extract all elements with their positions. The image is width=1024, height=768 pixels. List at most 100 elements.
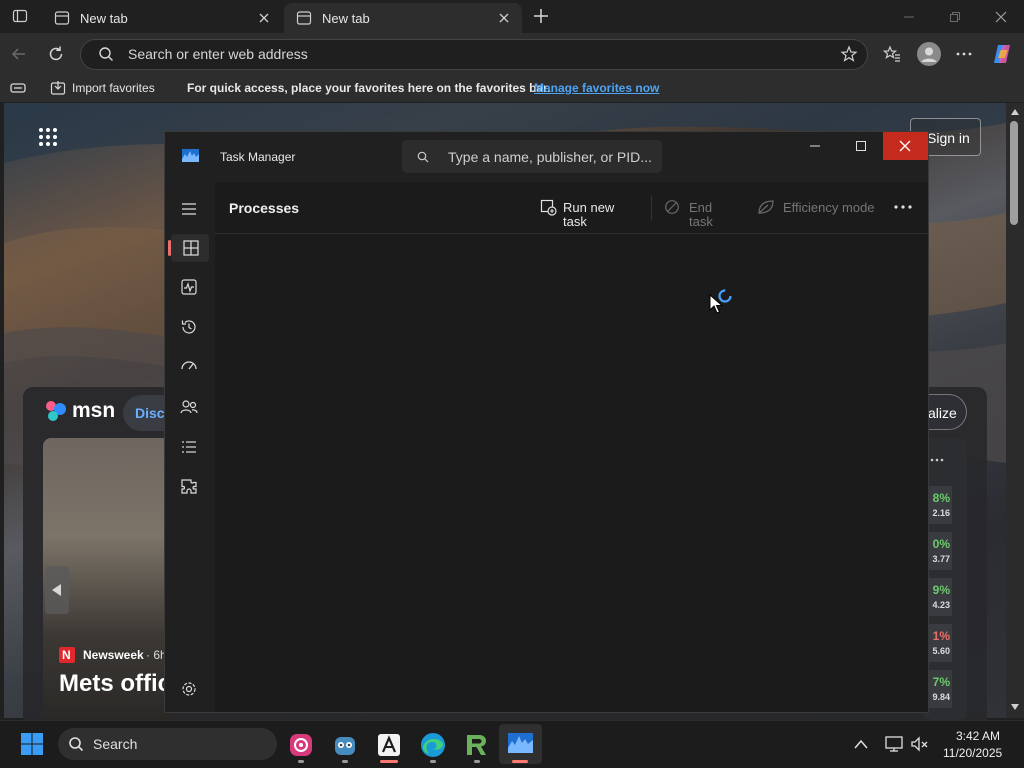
carousel-prev-button[interactable] [45,566,69,614]
import-icon[interactable] [50,80,66,96]
mouse-cursor-icon [709,294,723,314]
stock-change: 9% [932,583,950,597]
back-icon[interactable] [10,45,28,63]
tab-actions-icon[interactable] [12,8,28,24]
run-new-task-label: Run new task [563,200,615,229]
task-manager-icon [508,733,533,753]
clock-date[interactable]: 11/20/2025 [943,746,1002,760]
copilot-icon[interactable] [990,42,1014,66]
clock-time[interactable]: 3:42 AM [956,729,1000,743]
end-task-icon [665,200,679,214]
news-card[interactable]: N Newsweek · 6h Mets offic [43,438,173,720]
nav-item-app-history[interactable] [178,316,200,338]
running-indicator [342,760,348,763]
running-indicator [298,760,304,763]
more-options-icon[interactable] [893,200,913,214]
nav-item-users[interactable] [178,396,200,418]
taskbar-search-box[interactable]: Search [58,728,277,760]
task-manager-window: Task Manager Type a name, publisher, or … [164,131,929,713]
refresh-icon[interactable] [47,45,65,63]
apps-launcher-icon[interactable] [38,127,58,147]
task-manager-titlebar: Task Manager Type a name, publisher, or … [165,132,928,182]
stock-change: 1% [932,629,950,643]
running-indicator [430,760,436,763]
msn-logo[interactable]: msn [44,397,116,427]
address-placeholder: Search or enter web address [128,46,308,62]
leaf-icon [758,200,774,214]
close-tab-icon[interactable] [256,10,272,26]
news-headline[interactable]: Mets offic [59,670,171,698]
stocks-more-icon[interactable] [930,457,944,463]
page-title: Processes [229,200,300,216]
restore-window-icon[interactable] [947,9,963,25]
close-tab-icon[interactable] [496,10,512,26]
stock-change: 0% [932,537,950,551]
msn-logo-text: msn [72,399,116,422]
tm-close-button[interactable] [883,132,928,160]
hamburger-menu-icon[interactable] [178,198,200,220]
browser-tab[interactable]: New tab [42,3,282,33]
favorite-star-icon[interactable] [840,45,858,63]
settings-gear-icon[interactable] [178,678,200,700]
efficiency-mode-button[interactable]: Efficiency mode [755,194,877,222]
new-tab-icon [296,10,312,26]
task-manager-nav [165,182,215,712]
stock-price: 5.60 [932,646,950,656]
personalize-label: alize [928,405,957,421]
active-indicator [512,760,528,763]
davinci-resolve-icon[interactable] [285,729,317,761]
favorites-icon[interactable] [883,45,901,63]
start-button[interactable] [20,732,44,756]
tm-minimize-icon[interactable] [807,138,823,154]
import-favorites-button[interactable]: Import favorites [72,81,155,96]
stock-price: 3.77 [932,554,950,564]
search-placeholder: Type a name, publisher, or PID... [448,149,652,165]
tab-label: New tab [80,10,128,26]
stock-change: 8% [932,491,950,505]
newsweek-logo: N [59,647,75,663]
affinity-icon[interactable] [373,729,405,761]
new-tab-button[interactable] [532,7,550,25]
end-task-button[interactable]: End task [663,194,739,229]
rider-icon[interactable] [461,729,493,761]
favorites-bar: Import favorites For quick access, place… [0,75,1024,102]
stock-price: 4.23 [932,600,950,610]
page-scrollbar[interactable] [1006,103,1024,718]
nav-item-processes[interactable] [171,234,209,262]
manage-favorites-link[interactable]: Manage favorites now [534,81,659,96]
search-icon [98,46,114,62]
efficiency-mode-label: Efficiency mode [783,200,875,215]
taskbar-active-app[interactable] [499,724,542,764]
sidebar-toggle-icon[interactable] [10,81,26,95]
stock-price: 9.84 [932,692,950,702]
minimize-window-icon[interactable] [901,9,917,25]
nav-item-details[interactable] [178,436,200,458]
task-manager-command-bar: Processes Run new task End task Efficien… [215,182,928,234]
process-search-input[interactable]: Type a name, publisher, or PID... [402,140,662,173]
close-window-icon[interactable] [993,9,1009,25]
tab-label: New tab [322,10,370,26]
tm-maximize-icon[interactable] [853,138,869,154]
stock-price: 2.16 [932,508,950,518]
run-new-task-button[interactable]: Run new task [537,194,641,229]
command-separator [651,196,652,220]
browser-tab-active[interactable]: New tab [284,3,522,33]
network-icon[interactable] [884,735,904,753]
edge-icon[interactable] [417,729,449,761]
running-indicator [380,760,398,763]
task-manager-title: Task Manager [220,150,296,164]
new-tab-icon [54,10,70,26]
nav-item-services[interactable] [178,476,200,498]
volume-muted-icon[interactable] [910,735,930,753]
search-icon [69,737,84,752]
godot-icon[interactable] [329,729,361,761]
nav-item-startup-apps[interactable] [178,356,200,378]
browser-tab-bar: New tab New tab [0,0,1024,33]
nav-item-performance[interactable] [178,276,200,298]
profile-avatar[interactable] [917,42,941,66]
more-menu-icon[interactable] [955,45,973,63]
show-hidden-icons[interactable] [853,737,869,751]
process-list-area [215,235,928,712]
news-source: Newsweek [83,648,144,662]
scrollbar-thumb[interactable] [1010,121,1018,225]
